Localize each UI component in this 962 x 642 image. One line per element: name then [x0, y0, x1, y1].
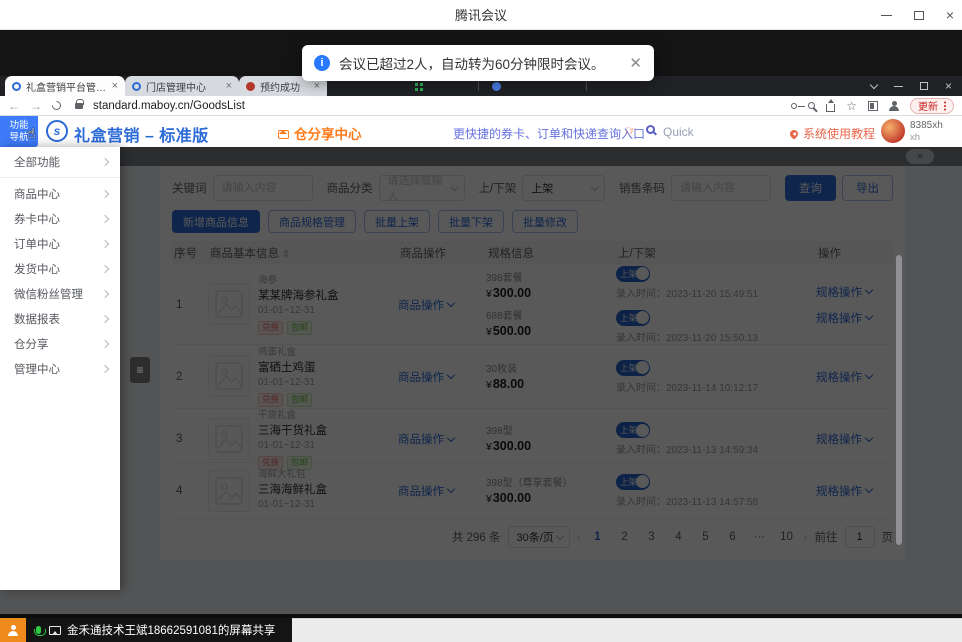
scrollbar-thumb[interactable] [896, 255, 902, 545]
sidebar-item-delivery[interactable]: 发货中心 [0, 256, 120, 281]
shared-screen: i 会议已超过2人，自动转为60分钟限时会议。 ✕ 礼盒营销平台管理中心 × 门… [0, 30, 962, 614]
drawer-handle-icon[interactable]: ≡ [130, 357, 150, 383]
sidebar-item-order[interactable]: 订单中心 [0, 231, 120, 256]
quick-search-icon[interactable] [646, 125, 655, 134]
browser-tab-1[interactable]: 礼盒营销平台管理中心 × [5, 76, 125, 96]
tab-close-icon[interactable]: × [314, 80, 320, 92]
browser-close-icon[interactable]: × [945, 80, 952, 92]
minimize-icon[interactable] [881, 15, 892, 16]
meeting-title: 腾讯会议 [455, 5, 507, 24]
browser-minimize-icon[interactable] [894, 86, 903, 87]
screen-share-text: 金禾通技术王斌18662591081的屏幕共享 [67, 622, 275, 638]
sidebar-item-warehouse-share[interactable]: 仓分享 [0, 331, 120, 356]
close-icon[interactable]: × [946, 8, 954, 22]
share-center-link[interactable]: 仓分享中心 [278, 123, 362, 143]
browser-maximize-icon[interactable] [920, 82, 928, 90]
info-icon: i [314, 55, 330, 71]
user-avatar[interactable] [881, 119, 905, 143]
lock-icon[interactable] [75, 103, 83, 109]
taskbar-presenter-button[interactable] [0, 618, 26, 642]
tab-search-chevron-icon[interactable] [870, 80, 878, 88]
person-icon [8, 625, 18, 636]
sidebar-item-goods[interactable]: 商品中心 [0, 181, 120, 206]
screen-share-icon [49, 626, 61, 635]
brand-title: 礼盒营销 – 标准版 [74, 122, 209, 146]
chevron-right-icon [101, 339, 109, 347]
taskbar: 金禾通技术王斌18662591081的屏幕共享 [0, 618, 962, 642]
tab-favicon-ring-icon [132, 82, 141, 91]
microphone-icon [36, 626, 41, 634]
quick-search-label[interactable]: Quick [663, 125, 694, 139]
password-key-icon[interactable] [791, 103, 797, 109]
tab-favicon-grid-icon[interactable] [415, 83, 418, 86]
back-icon[interactable]: ← [8, 100, 20, 112]
menu-dots-icon[interactable] [944, 105, 946, 107]
meeting-toast: i 会议已超过2人，自动转为60分钟限时会议。 ✕ [302, 45, 654, 81]
nav-drawer: 全部功能 商品中心 券卡中心 订单中心 发货中心 微信粉丝管理 [0, 147, 120, 590]
chevron-right-icon [101, 158, 109, 166]
chevron-right-icon [101, 189, 109, 197]
page-content: » 关键词 商品分类 请选择或输入 上/下架 上架 销售条 [0, 147, 962, 614]
url-text[interactable]: standard.maboy.cn/GoodsList [93, 100, 245, 112]
browser-addressbar: ← → standard.maboy.cn/GoodsList ☆ 更新 [0, 96, 962, 116]
tab-divider [586, 81, 587, 91]
quick-entry-tip[interactable]: 更快捷的券卡、订单和快递查询入口 [453, 125, 645, 142]
chevron-right-icon [101, 364, 109, 372]
chevron-right-icon [101, 214, 109, 222]
tab-favicon-red-icon [246, 82, 255, 91]
tab-favicon-blue-icon[interactable] [492, 82, 501, 91]
chevron-right-icon [101, 289, 109, 297]
browser-update-button[interactable]: 更新 [910, 98, 954, 114]
hand-cursor-icon: ☝ [27, 125, 36, 142]
warehouse-icon [278, 130, 289, 139]
user-name: 8385xh [910, 120, 943, 132]
sidebar-item-coupon[interactable]: 券卡中心 [0, 206, 120, 231]
bookmark-star-icon[interactable]: ☆ [846, 100, 857, 112]
refresh-icon[interactable] [50, 99, 63, 112]
divider [0, 177, 120, 178]
sidebar-item-reports[interactable]: 数据报表 [0, 306, 120, 331]
chevron-right-icon [101, 314, 109, 322]
app-header: 功能 导航 s 礼盒营销 – 标准版 仓分享中心 更快捷的券卡、订单和快递查询入… [0, 116, 962, 147]
tab-divider [478, 81, 479, 91]
location-pin-icon [788, 128, 799, 139]
user-sub-name: xh [910, 132, 943, 143]
toast-close-icon[interactable]: ✕ [629, 56, 642, 71]
tab-close-icon[interactable]: × [112, 80, 118, 92]
maximize-icon[interactable] [914, 11, 924, 20]
chevron-right-icon [101, 239, 109, 247]
sidebar-item-all[interactable]: 全部功能 [0, 149, 120, 175]
sidebar-item-wechat-fans[interactable]: 微信粉丝管理 [0, 281, 120, 306]
brand-logo-icon: s [46, 120, 68, 142]
tutorial-link[interactable]: 系统使用教程 [790, 125, 875, 142]
toast-message: 会议已超过2人，自动转为60分钟限时会议。 [339, 53, 605, 73]
sidebar-item-admin[interactable]: 管理中心 [0, 356, 120, 381]
sidepanel-icon[interactable] [868, 101, 878, 111]
profile-icon[interactable] [889, 101, 899, 111]
screen-share-indicator[interactable]: 金禾通技术王斌18662591081的屏幕共享 [26, 618, 292, 642]
taskbar-empty-area [292, 618, 962, 642]
zoom-icon[interactable] [808, 102, 815, 109]
pointing-finger-icon: ☞ [625, 123, 637, 139]
forward-icon[interactable]: → [30, 100, 42, 112]
share-icon[interactable] [826, 104, 835, 112]
tab-close-icon[interactable]: × [226, 80, 232, 92]
browser-tab-2[interactable]: 门店管理中心 × [125, 76, 239, 96]
chevron-right-icon [101, 264, 109, 272]
tab-favicon-ring-icon [12, 82, 21, 91]
meeting-window: 腾讯会议 × i 会议已超过2人，自动转为60分钟限时会议。 ✕ 礼盒营销平台管… [0, 0, 962, 642]
meeting-titlebar: 腾讯会议 × [0, 0, 962, 30]
